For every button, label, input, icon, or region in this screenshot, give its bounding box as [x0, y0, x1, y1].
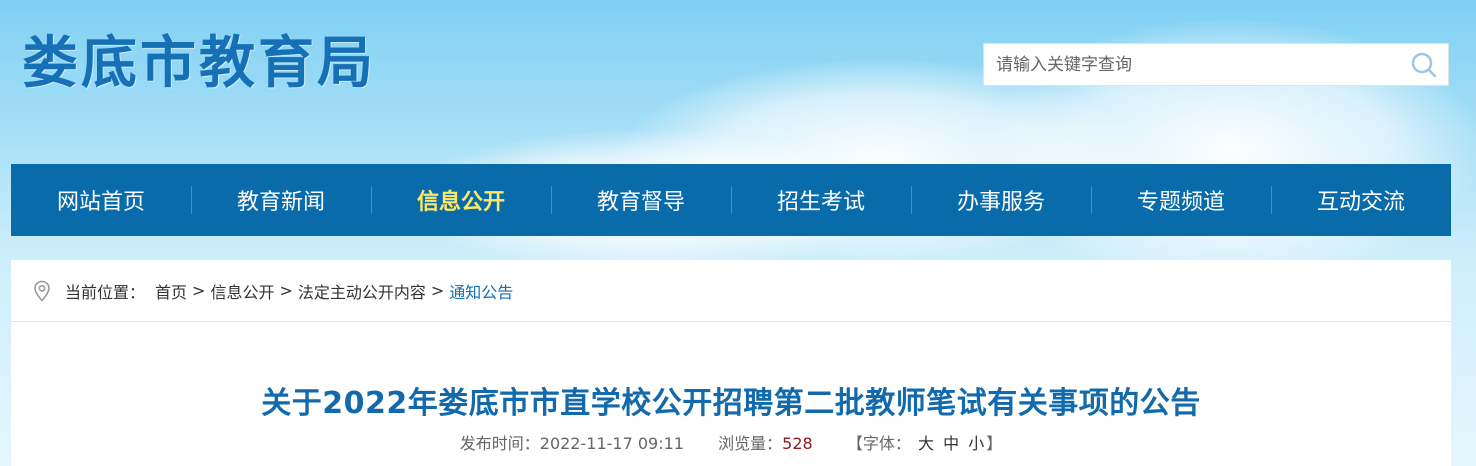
breadcrumb: 当前位置： 首页 > 信息公开 > 法定主动公开内容 > 通知公告	[11, 260, 1451, 322]
article-meta: 发布时间：2022-11-17 09:11 浏览量：528 【字体： 大 中 小…	[11, 430, 1451, 454]
font-size-large-button[interactable]: 大	[918, 434, 934, 453]
article-title: 关于2022年娄底市市直学校公开招聘第二批教师笔试有关事项的公告	[261, 386, 1201, 421]
publish-time-label: 发布时间：	[459, 434, 540, 453]
nav-item-special-channels[interactable]: 专题频道	[1091, 164, 1271, 236]
main-nav: 网站首页 教育新闻 信息公开 教育督导 招生考试 办事服务 专题频道 互动交流	[11, 164, 1451, 236]
nav-item-education-news[interactable]: 教育新闻	[191, 164, 371, 236]
breadcrumb-item-notices[interactable]: 通知公告	[449, 279, 513, 303]
nav-item-services[interactable]: 办事服务	[911, 164, 1091, 236]
font-size-label: 【字体：	[846, 434, 911, 453]
breadcrumb-item-info-disclosure[interactable]: 信息公开	[210, 279, 274, 303]
nav-item-home[interactable]: 网站首页	[11, 164, 191, 236]
location-pin-icon	[34, 280, 50, 302]
breadcrumb-separator: >	[430, 281, 445, 300]
nav-item-info-disclosure[interactable]: 信息公开	[371, 164, 551, 236]
breadcrumb-separator: >	[192, 281, 206, 300]
font-size-medium-button[interactable]: 中	[943, 434, 959, 453]
views-count: 528	[782, 434, 813, 453]
site-title: 娄底市教育局	[22, 31, 376, 96]
breadcrumb-item-home[interactable]: 首页	[155, 279, 187, 303]
breadcrumb-separator: >	[279, 281, 293, 300]
search-box	[983, 43, 1449, 86]
views-label: 浏览量：	[718, 434, 783, 453]
publish-time: 2022-11-17 09:11	[539, 434, 684, 453]
font-size-label-close: 】	[986, 434, 1003, 453]
search-button[interactable]	[1410, 51, 1438, 79]
search-input[interactable]	[984, 44, 1406, 85]
content-panel: 当前位置： 首页 > 信息公开 > 法定主动公开内容 > 通知公告 关于2022…	[11, 260, 1451, 466]
search-icon	[1411, 52, 1437, 78]
font-size-small-button[interactable]: 小	[968, 434, 984, 453]
breadcrumb-item-statutory-disclosure[interactable]: 法定主动公开内容	[298, 279, 426, 303]
breadcrumb-label: 当前位置：	[65, 282, 146, 302]
nav-item-education-supervision[interactable]: 教育督导	[551, 164, 731, 236]
nav-item-enrollment-exams[interactable]: 招生考试	[731, 164, 911, 236]
nav-item-interaction[interactable]: 互动交流	[1271, 164, 1451, 236]
